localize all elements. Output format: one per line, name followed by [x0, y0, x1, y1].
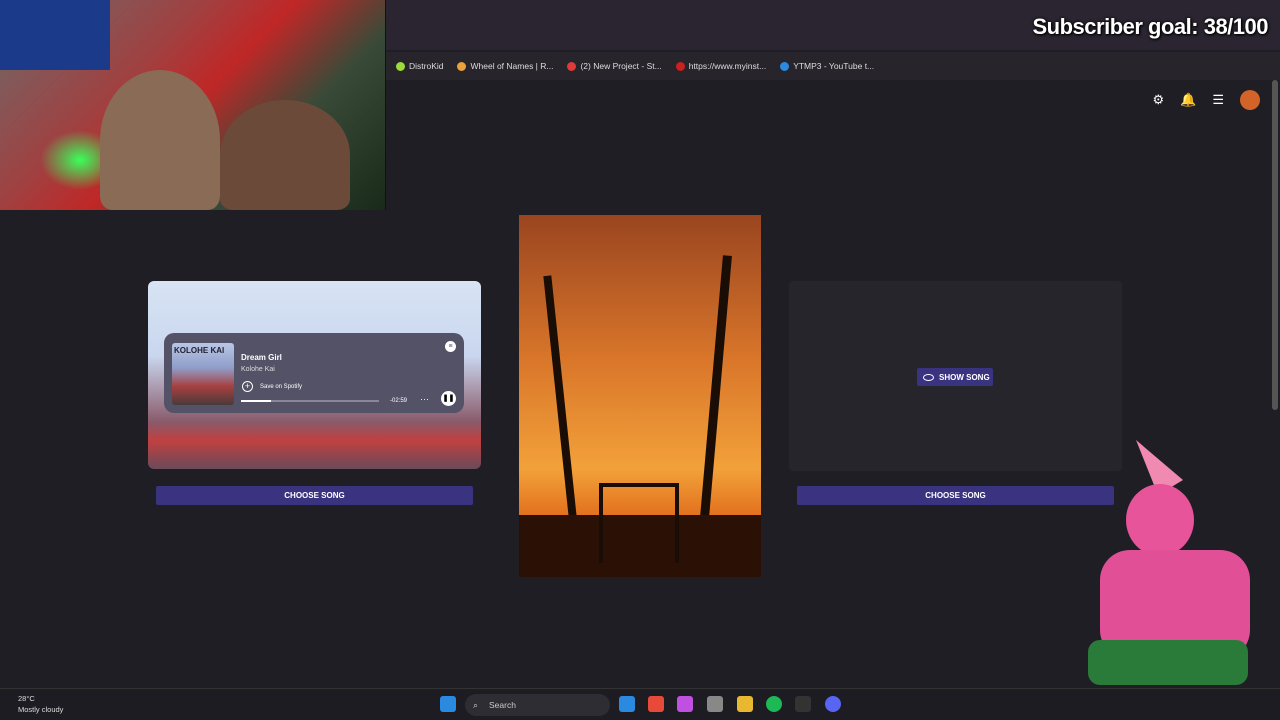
weather-condition: Mostly cloudy [18, 705, 64, 714]
chrome-icon[interactable] [648, 696, 664, 712]
flag-decoration [0, 0, 110, 70]
choose-song-button-left[interactable]: CHOOSE SONG [156, 486, 473, 505]
time-remaining: -02:59 [390, 398, 408, 404]
bookmark-label: (2) New Project - St... [580, 61, 662, 71]
choose-song-button-right[interactable]: CHOOSE SONG [797, 486, 1114, 505]
avatar[interactable] [1240, 90, 1260, 110]
menu-icon[interactable]: ☰ [1212, 92, 1224, 108]
pause-button[interactable]: ❚❚ [441, 391, 456, 406]
arch-top [599, 483, 679, 487]
more-icon[interactable]: ··· [420, 394, 429, 404]
weather-widget[interactable]: 28°C Mostly cloudy [18, 693, 63, 715]
settings-icon[interactable] [707, 696, 723, 712]
bookmark-new-project[interactable]: (2) New Project - St... [567, 61, 662, 71]
eye-icon [923, 373, 934, 381]
discord-icon[interactable] [825, 696, 841, 712]
save-on-spotify[interactable]: Save on Spotify [260, 384, 302, 390]
wedding-sunset-image [519, 215, 761, 577]
copilot-icon[interactable] [677, 696, 693, 712]
spotify-taskbar-icon[interactable] [766, 696, 782, 712]
bookmark-ytmp3[interactable]: YTMP3 - YouTube t... [780, 61, 874, 71]
progress-bar[interactable] [241, 400, 379, 402]
show-song-button[interactable]: SHOW SONG [917, 368, 993, 386]
search-icon: ⌕ [473, 700, 479, 710]
character-shorts [1088, 640, 1248, 685]
project-icon [567, 61, 577, 71]
temperature: 28°C [18, 694, 35, 703]
bookmark-label: DistroKid [409, 61, 444, 71]
wheel-icon [457, 61, 467, 71]
bell-icon[interactable]: 🔔 [1180, 92, 1196, 108]
search-placeholder: Search [489, 700, 516, 710]
song-card-left: KOLOHE KAI Dream Girl Kolohe Kai + Save … [148, 281, 481, 469]
myinst-icon [675, 61, 685, 71]
progress-fill [241, 400, 272, 402]
beach-silhouette [519, 515, 761, 577]
edge-icon[interactable] [619, 696, 635, 712]
bookmark-wheel-of-names[interactable]: Wheel of Names | R... [457, 61, 553, 71]
arch-left [599, 483, 603, 563]
app-icon[interactable] [795, 696, 811, 712]
song-card-right: SHOW SONG [789, 281, 1122, 471]
arch-right [675, 483, 679, 563]
spotify-icon[interactable]: ≡ [445, 341, 456, 352]
webcam-feed [0, 0, 386, 210]
streamer-right [220, 100, 350, 210]
bookmark-label: Wheel of Names | R... [470, 61, 554, 71]
song-title[interactable]: Dream Girl [241, 353, 282, 362]
album-art-text: KOLOHE KAI [174, 346, 225, 355]
spotify-embed: KOLOHE KAI Dream Girl Kolohe Kai + Save … [164, 333, 464, 413]
streamer-left [100, 70, 220, 210]
taskbar-search[interactable]: ⌕ Search [465, 694, 610, 716]
windows-start-icon[interactable] [440, 696, 456, 712]
character-head [1126, 484, 1194, 556]
show-song-label: SHOW SONG [939, 372, 990, 382]
overlay-character [1088, 440, 1250, 685]
bookmark-label: YTMP3 - YouTube t... [793, 61, 875, 71]
subscriber-goal-overlay: Subscriber goal: 38/100 [1032, 14, 1269, 39]
taskbar: 28°C Mostly cloudy ⌕ Search [0, 688, 1280, 720]
artist-name[interactable]: Kolohe Kai [241, 366, 275, 373]
gear-icon[interactable]: ⚙ [1153, 92, 1165, 108]
header-actions: ⚙ 🔔 ☰ [1153, 90, 1260, 110]
album-art: KOLOHE KAI [172, 343, 234, 405]
ytmp3-icon [780, 61, 790, 71]
bookmark-label: https://www.myinst... [688, 61, 767, 71]
bookmarks-bar: DistroKid Wheel of Names | R... (2) New … [386, 52, 1280, 80]
bookmark-distrokid[interactable]: DistroKid [396, 61, 443, 71]
plus-icon[interactable]: + [242, 381, 253, 392]
folder-icon[interactable] [737, 696, 753, 712]
bookmark-myinst[interactable]: https://www.myinst... [675, 61, 767, 71]
distrokid-icon [396, 61, 405, 71]
scrollbar[interactable] [1272, 80, 1278, 410]
